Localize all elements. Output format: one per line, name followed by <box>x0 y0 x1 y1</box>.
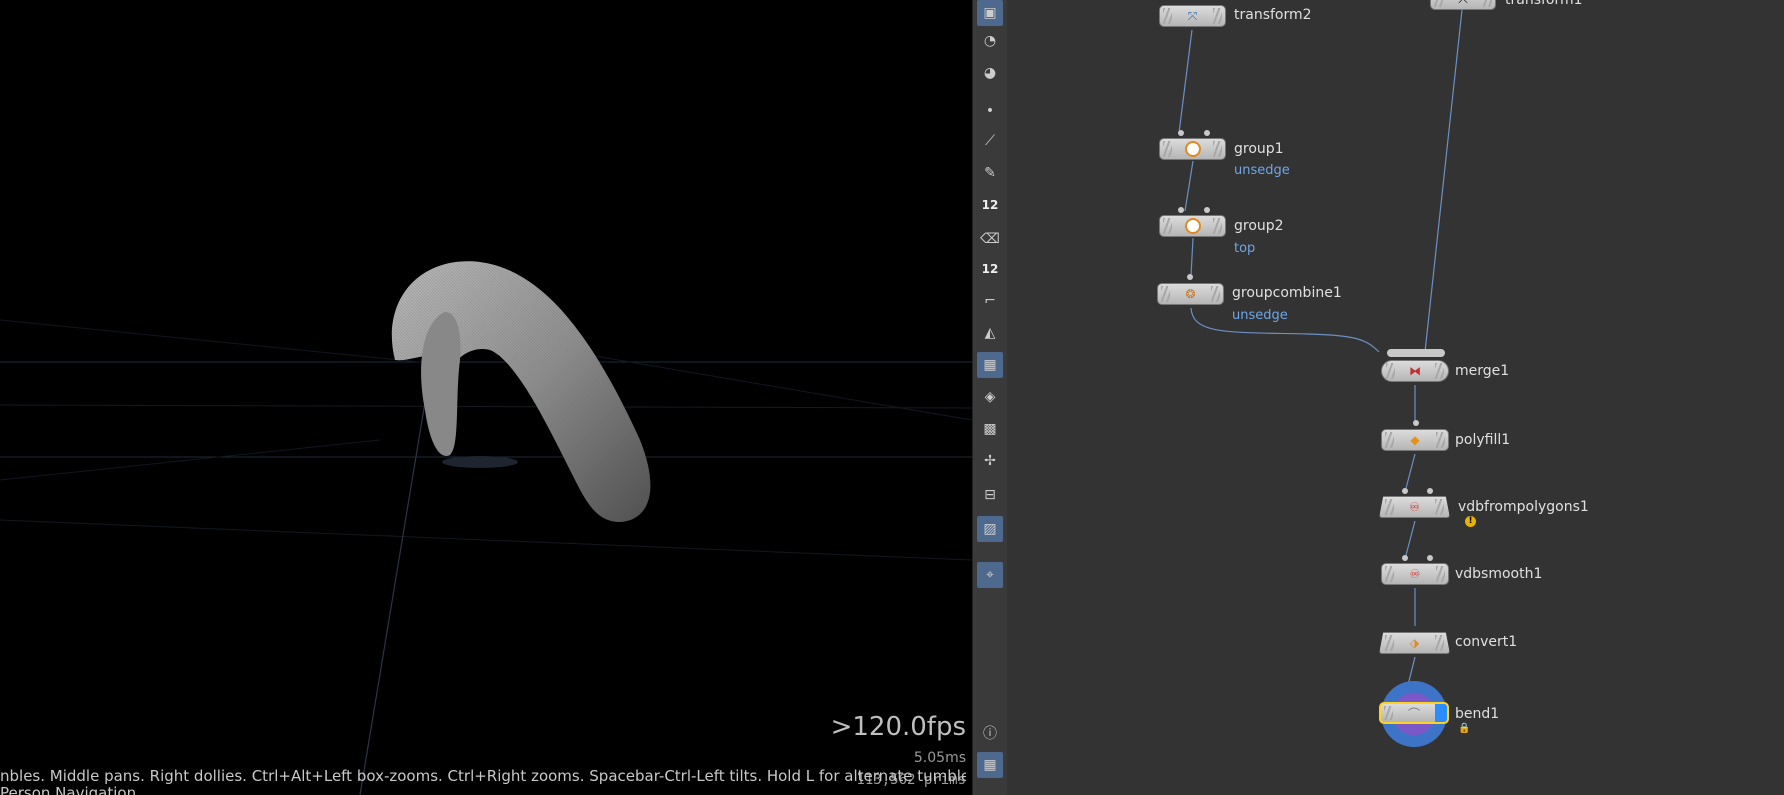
diamond-icon[interactable]: ◈ <box>977 384 1003 410</box>
display-flag[interactable] <box>1435 704 1447 722</box>
ground-shadow <box>442 456 518 468</box>
node-merge1[interactable]: ⧓ <box>1381 360 1449 382</box>
node-label-vdbsmooth1: vdbsmooth1 <box>1455 566 1543 582</box>
input-port[interactable] <box>1402 488 1408 494</box>
node-wires <box>1178 9 1463 698</box>
input-port[interactable] <box>1178 207 1184 213</box>
input-port[interactable] <box>1204 207 1210 213</box>
wire-vdbfrompolygons1-vdbsmooth1 <box>1404 520 1416 560</box>
node-label-merge1: merge1 <box>1455 363 1510 379</box>
shade-icon[interactable]: ◭ <box>977 320 1003 346</box>
wire-transform2-group1 <box>1178 29 1193 134</box>
node-groupcombine1[interactable]: ❂ <box>1157 283 1224 305</box>
wire-transform1-merge1 <box>1424 9 1463 353</box>
image-icon[interactable]: ▨ <box>977 516 1003 542</box>
transform-icon: ⤧ <box>1455 0 1471 7</box>
curve-icon[interactable]: ⌐ <box>977 288 1003 314</box>
merge-input-bar[interactable] <box>1387 349 1445 357</box>
node-label-groupcombine1: groupcombine1 <box>1232 285 1342 301</box>
node-label-group2: group2 <box>1234 218 1284 234</box>
prim-count-icon[interactable]: 12 <box>977 256 1003 282</box>
vdb-icon: ♾ <box>1409 500 1420 514</box>
viewport-status-text: nbles. Middle pans. Right dollies. Ctrl+… <box>0 767 966 785</box>
wire-polyfill1-vdbfrompolygons1 <box>1404 453 1416 493</box>
group-icon <box>1184 218 1201 234</box>
box-icon[interactable]: ⊟ <box>977 482 1003 508</box>
pin-icon[interactable]: ⌖ <box>977 562 1003 588</box>
node-sublabel-group1: unsedge <box>1234 163 1290 178</box>
wire-group2-groupcombine1 <box>1190 237 1194 277</box>
viewport-status-text-2: Person Navigation <box>0 784 137 795</box>
network-editor[interactable]: ⤧ transform1 ⤧ transform2 group1 unsedge… <box>1007 0 1784 795</box>
eraser-icon[interactable]: ⌫ <box>977 226 1003 252</box>
point-count-label: 12 <box>981 198 999 212</box>
input-port[interactable] <box>1402 555 1408 561</box>
view-icon[interactable]: ◔ <box>977 28 1003 54</box>
node-label-transform2: transform2 <box>1234 7 1312 23</box>
info-icon[interactable]: ⓘ <box>977 720 1003 746</box>
input-port[interactable] <box>1413 420 1419 426</box>
transform-icon: ⤧ <box>1187 8 1198 23</box>
node-vdbfrompolygons1[interactable]: ♾ <box>1379 496 1450 518</box>
ground-grid <box>0 319 972 795</box>
layout-icon[interactable]: ▦ <box>977 752 1003 778</box>
frame-time-readout: 5.05ms <box>913 750 966 766</box>
map-icon[interactable]: ▩ <box>977 416 1003 442</box>
viewport-scene <box>0 261 972 795</box>
bent-tube-mesh <box>391 261 651 522</box>
brush-icon[interactable]: ⟋ <box>977 128 1003 154</box>
fps-readout: >120.0fps <box>830 712 966 742</box>
point-icon[interactable]: • <box>977 98 1003 124</box>
groupcombine-icon: ❂ <box>1185 287 1196 301</box>
prim-count-label: 12 <box>981 262 999 276</box>
node-bend1[interactable]: ⌒ <box>1379 702 1449 724</box>
node-label-bend1: bend1 <box>1455 706 1500 722</box>
input-port[interactable] <box>1427 488 1433 494</box>
node-label-vdbfrompolygons1: vdbfrompolygons1 <box>1458 499 1589 515</box>
lock-icon[interactable]: 🔒 <box>1458 723 1470 734</box>
input-port[interactable] <box>1204 130 1210 136</box>
node-convert1[interactable]: ⬗ <box>1379 632 1450 654</box>
point-count-icon[interactable]: 12 <box>977 192 1003 218</box>
node-sublabel-group2: top <box>1234 241 1256 256</box>
merge-icon: ⧓ <box>1409 364 1421 378</box>
handle-icon[interactable]: ✢ <box>977 448 1003 474</box>
vdb-icon: ♾ <box>1409 567 1421 581</box>
node-transform1[interactable]: ⤧ <box>1430 0 1496 10</box>
convert-icon: ⬗ <box>1409 636 1420 650</box>
node-sublabel-groupcombine1: unsedge <box>1232 308 1288 323</box>
select-icon[interactable]: ▣ <box>977 0 1003 26</box>
input-port[interactable] <box>1427 555 1433 561</box>
pen-icon[interactable]: ✎ <box>977 160 1003 186</box>
camera-icon[interactable]: ◕ <box>977 60 1003 86</box>
node-group2[interactable] <box>1159 215 1226 237</box>
node-label-group1: group1 <box>1234 141 1284 157</box>
node-label-convert1: convert1 <box>1455 634 1518 650</box>
warning-icon[interactable]: ! <box>1465 516 1476 527</box>
node-vdbsmooth1[interactable]: ♾ <box>1381 563 1449 585</box>
polyfill-icon: ◆ <box>1410 433 1420 447</box>
input-port[interactable] <box>1178 130 1184 136</box>
viewport-toolbar: ▣ ◔ ◕ • ⟋ ✎ 12 ⌫ 12 ⌐ ◭ ▦ ◈ ▩ ✢ ⊟ ▨ ⌖ ⓘ … <box>972 0 1008 795</box>
scene-viewport[interactable]: >120.0fps 5.05ms 113,562 prims nbles. Mi… <box>0 0 972 795</box>
node-label-polyfill1: polyfill1 <box>1455 432 1511 448</box>
node-polyfill1[interactable]: ◆ <box>1381 429 1449 451</box>
bend-icon: ⌒ <box>1407 706 1420 721</box>
node-group1[interactable] <box>1159 138 1226 160</box>
checker-icon[interactable]: ▦ <box>977 352 1003 378</box>
node-label-transform1: transform1 <box>1505 0 1583 8</box>
node-transform2[interactable]: ⤧ <box>1159 5 1226 27</box>
group-icon <box>1184 141 1201 157</box>
wire-group1-group2 <box>1184 160 1194 212</box>
input-port[interactable] <box>1187 274 1193 280</box>
